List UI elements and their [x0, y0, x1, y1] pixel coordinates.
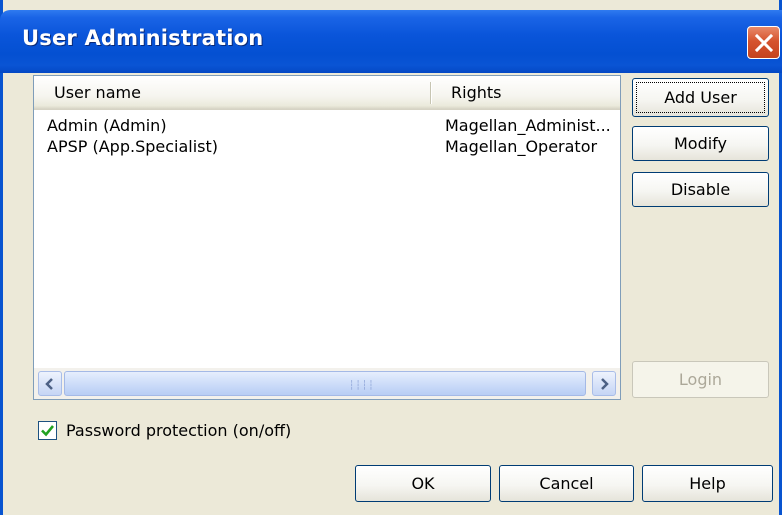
add-user-button[interactable]: Add User — [632, 78, 769, 117]
close-icon — [754, 33, 773, 52]
user-administration-dialog: User Administration User name Rights Adm… — [0, 0, 782, 515]
user-rights-cell: Magellan_Administ... — [445, 116, 611, 135]
column-header-rights[interactable]: Rights — [451, 76, 501, 110]
password-protection-label[interactable]: Password protection (on/off) — [66, 420, 291, 442]
chevron-right-icon — [601, 377, 609, 390]
modify-button[interactable]: Modify — [632, 126, 769, 161]
table-row[interactable]: Admin (Admin) Magellan_Administ... — [34, 115, 620, 136]
cancel-button[interactable]: Cancel — [499, 465, 634, 502]
horizontal-scrollbar[interactable]: ┆┆┆┆ — [34, 368, 620, 399]
user-list[interactable]: User name Rights Admin (Admin) Magellan_… — [33, 75, 621, 400]
user-rights-cell: Magellan_Operator — [445, 137, 598, 156]
list-header: User name Rights — [34, 76, 620, 110]
ok-button[interactable]: OK — [355, 465, 491, 502]
checkmark-icon — [41, 425, 55, 437]
focus-ring — [636, 82, 765, 113]
login-button[interactable]: Login — [632, 361, 769, 398]
table-row[interactable]: APSP (App.Specialist) Magellan_Operator — [34, 136, 620, 157]
window-title: User Administration — [22, 26, 264, 50]
close-button[interactable] — [747, 26, 780, 59]
scroll-right-button[interactable] — [592, 371, 616, 396]
scroll-thumb[interactable]: ┆┆┆┆ — [64, 371, 586, 396]
help-button[interactable]: Help — [642, 465, 773, 502]
chevron-left-icon — [45, 377, 53, 390]
user-name-cell: Admin (Admin) — [47, 116, 167, 135]
column-divider[interactable] — [430, 82, 432, 104]
column-header-user-name[interactable]: User name — [54, 76, 141, 110]
disable-button[interactable]: Disable — [632, 172, 769, 207]
grip-icon: ┆┆┆┆ — [349, 381, 375, 391]
user-name-cell: APSP (App.Specialist) — [47, 137, 219, 156]
password-protection-checkbox[interactable] — [38, 421, 57, 440]
title-bar[interactable]: User Administration — [0, 10, 782, 73]
scroll-left-button[interactable] — [38, 371, 62, 396]
